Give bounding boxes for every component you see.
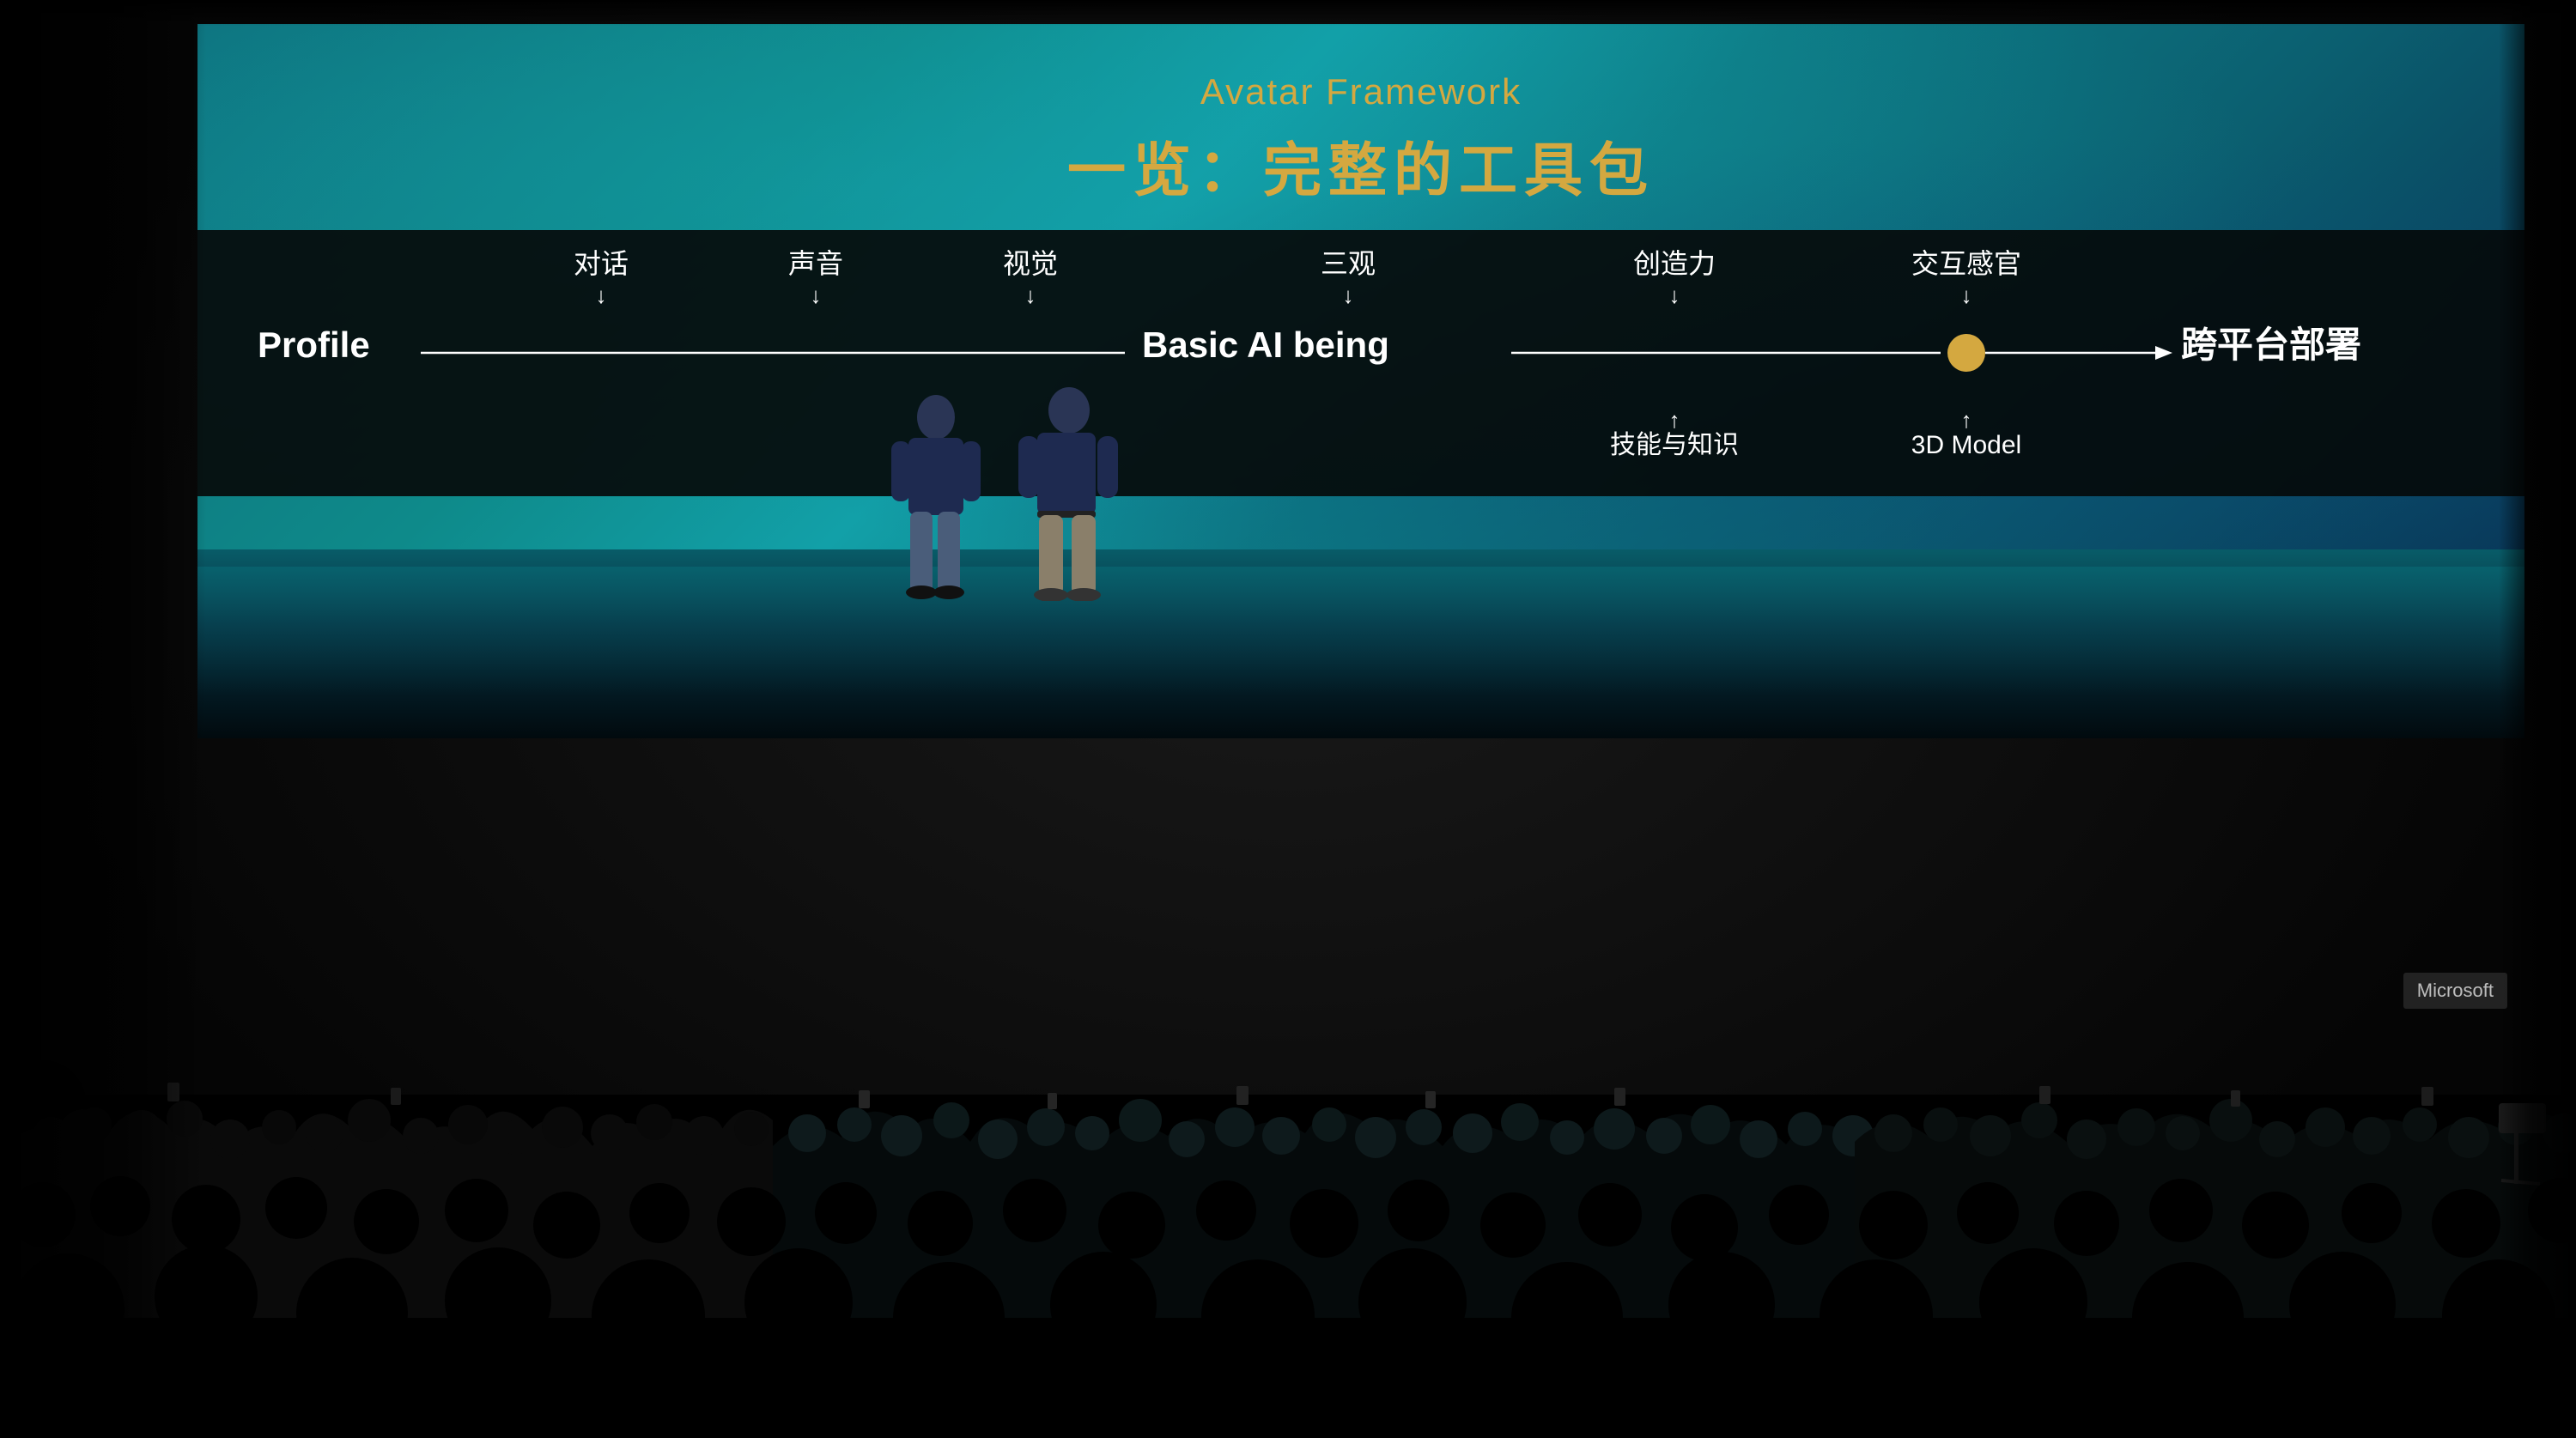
diagram-band: 对话 ↓ 声音 ↓ 视觉 ↓ 三观 ↓ 创造力 ↓ 交互感官 ↓ Profile… bbox=[197, 230, 2524, 496]
label-jiaohuganguan: 交互感官 bbox=[1911, 248, 2021, 279]
watermark-area: Microsoft bbox=[2403, 973, 2507, 1009]
slide-title-chinese: 一览：完整的工具包 bbox=[197, 123, 2524, 208]
arrow-chuangzaoli: ↓ bbox=[1669, 282, 1680, 308]
label-jineng: 技能与知识 bbox=[1610, 431, 1739, 459]
node-basic-ai: Basic AI being bbox=[1142, 325, 1389, 365]
presentation-screen: Avatar Framework 一览：完整的工具包 对话 ↓ 声音 ↓ 视觉 … bbox=[197, 24, 2524, 573]
arrow-jiaohuganguan: ↓ bbox=[1961, 282, 1972, 308]
arrow-shijue: ↓ bbox=[1025, 282, 1036, 308]
screen-glow bbox=[197, 567, 2524, 695]
node-cross-platform: 跨平台部署 bbox=[2181, 325, 2361, 365]
presenter-right bbox=[1013, 386, 1125, 601]
presenter-left bbox=[884, 393, 987, 599]
watermark-text: Microsoft bbox=[2417, 980, 2494, 1001]
framework-diagram: 对话 ↓ 声音 ↓ 视觉 ↓ 三观 ↓ 创造力 ↓ 交互感官 ↓ Profile… bbox=[197, 230, 2524, 496]
vignette-right bbox=[2499, 0, 2576, 1438]
label-duihua: 对话 bbox=[574, 248, 629, 279]
label-sanguan: 三观 bbox=[1321, 248, 1376, 279]
arrowhead bbox=[2155, 346, 2172, 360]
arrow-sanguan: ↓ bbox=[1343, 282, 1354, 308]
label-shengyin: 声音 bbox=[788, 248, 843, 279]
arrow-3d-up: ↑ bbox=[1961, 407, 1972, 433]
vignette-top bbox=[0, 0, 2576, 26]
vignette-left bbox=[0, 0, 206, 1438]
arrow-duihua: ↓ bbox=[596, 282, 607, 308]
watermark-box: Microsoft bbox=[2403, 973, 2507, 1009]
arrow-jineng-up: ↑ bbox=[1669, 407, 1680, 433]
circle-node bbox=[1947, 334, 1985, 372]
label-3d-model: 3D Model bbox=[1911, 431, 2021, 459]
slide-title-area: Avatar Framework 一览：完整的工具包 bbox=[197, 71, 2524, 208]
node-profile: Profile bbox=[258, 325, 370, 365]
slide-title-english: Avatar Framework bbox=[197, 71, 2524, 112]
arrow-shengyin: ↓ bbox=[811, 282, 822, 308]
label-chuangzaoli: 创造力 bbox=[1633, 248, 1716, 279]
label-shijue: 视觉 bbox=[1003, 248, 1058, 279]
audience-silhouettes bbox=[0, 837, 2576, 1438]
